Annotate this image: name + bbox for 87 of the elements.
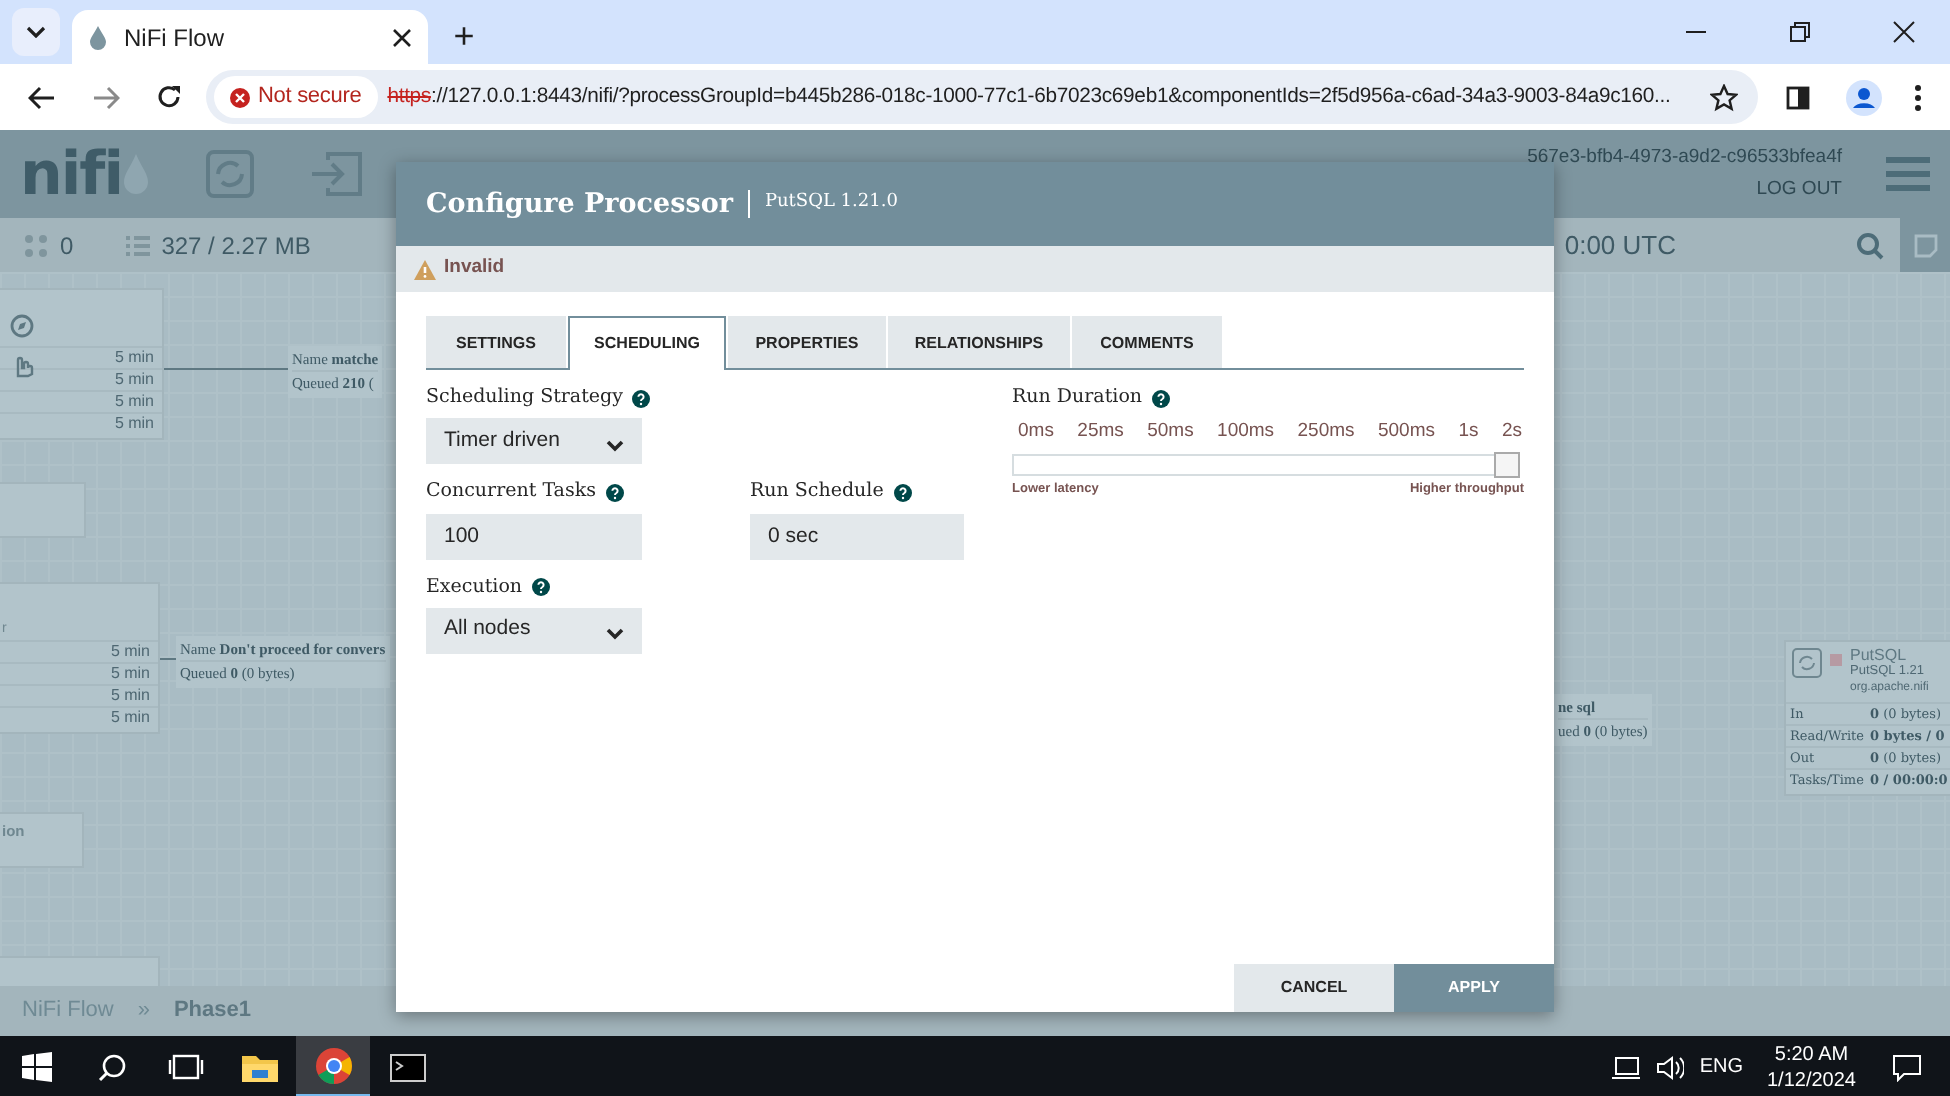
- notification-icon[interactable]: [1892, 1053, 1922, 1081]
- chevron-icon: [606, 439, 624, 452]
- help-icon[interactable]: [605, 483, 624, 502]
- terminal-icon[interactable]: [389, 1053, 425, 1081]
- help-icon[interactable]: [893, 483, 912, 502]
- input-port-icon[interactable]: [309, 152, 362, 196]
- stat-value: 5 min: [0, 706, 158, 728]
- stat-value: 5 min: [0, 390, 162, 412]
- dialog-tab[interactable]: COMMENTS: [1072, 316, 1222, 368]
- menu-icon[interactable]: [1914, 83, 1922, 111]
- tick-label: 0ms: [1018, 418, 1054, 447]
- help-icon[interactable]: [1152, 389, 1171, 408]
- windows-icon[interactable]: [22, 1052, 52, 1082]
- tick-label: 50ms: [1147, 418, 1194, 447]
- warning-icon: [230, 87, 250, 107]
- browser-tab[interactable]: NiFi Flow: [72, 10, 428, 64]
- warning-icon: [414, 259, 436, 279]
- stat-value: 5 min: [0, 662, 158, 684]
- tick-label: 1s: [1458, 418, 1479, 447]
- language-indicator[interactable]: ENG: [1699, 1052, 1743, 1082]
- tick-label: 500ms: [1377, 418, 1435, 447]
- help-icon[interactable]: [632, 389, 651, 408]
- forward-icon[interactable]: [92, 85, 120, 109]
- back-icon[interactable]: [28, 85, 56, 109]
- stat-value: 5 min: [0, 346, 162, 368]
- tick-label: 25ms: [1077, 418, 1124, 447]
- reload-icon[interactable]: [156, 84, 182, 110]
- search-icon[interactable]: [97, 1053, 125, 1081]
- stat-value: 5 min: [0, 640, 158, 662]
- stat-value: 5 min: [0, 368, 162, 390]
- cluster-icon: [24, 233, 48, 257]
- dropdown[interactable]: Timer driven: [426, 418, 642, 465]
- server-time: 0:00 UTC: [1564, 227, 1676, 264]
- network-icon[interactable]: [1611, 1055, 1640, 1079]
- chevron-icon: [606, 628, 624, 641]
- queued-stats: 327 / 2.27 MB: [161, 229, 311, 263]
- tick-label: 250ms: [1297, 418, 1355, 447]
- user-id: 567e3-bfb4-4973-a9d2-c96533bfea4f: [1527, 144, 1842, 172]
- profile-icon[interactable]: [1846, 79, 1882, 115]
- tick-label: 2s: [1501, 418, 1522, 447]
- input-field[interactable]: 0 sec: [750, 513, 964, 559]
- drop-icon: [88, 24, 108, 50]
- field-label: Scheduling Strategy: [426, 384, 623, 412]
- stopped-icon: [1830, 654, 1842, 666]
- dialog-subtitle: PutSQL 1.21.0: [748, 190, 898, 218]
- breadcrumb-separator: »: [137, 996, 150, 1027]
- close-icon[interactable]: [392, 27, 412, 47]
- breadcrumb-current: Phase1: [173, 996, 251, 1027]
- list-icon: [125, 235, 150, 255]
- processor-name: PutSQL: [1850, 648, 1909, 664]
- cancel-button[interactable]: CANCEL: [1234, 964, 1394, 1012]
- stat-value: 5 min: [0, 684, 158, 706]
- dialog-tab[interactable]: SETTINGS: [426, 316, 566, 368]
- slider-thumb[interactable]: [1494, 451, 1520, 477]
- field-label: Run Duration: [1012, 384, 1143, 412]
- volume-icon[interactable]: [1655, 1055, 1684, 1079]
- dialog-tab[interactable]: SCHEDULING: [568, 316, 726, 370]
- dialog-title: Configure Processor: [426, 185, 733, 224]
- security-chip[interactable]: Not secure: [214, 76, 378, 118]
- clock-time[interactable]: 5:20 AM: [1774, 1041, 1849, 1067]
- browser-icon[interactable]: [315, 1047, 351, 1083]
- validation-status: Invalid: [444, 254, 505, 283]
- new-tab-button[interactable]: +: [440, 10, 488, 64]
- side-panel-icon[interactable]: [1786, 85, 1810, 109]
- caret-icon: [26, 26, 46, 38]
- dropdown[interactable]: All nodes: [426, 607, 642, 654]
- close-icon[interactable]: [1892, 20, 1916, 44]
- active-threads-count: 0: [60, 229, 74, 263]
- restore-icon[interactable]: [1788, 20, 1812, 44]
- folder-icon[interactable]: [241, 1052, 277, 1082]
- dialog-tab[interactable]: PROPERTIES: [728, 316, 886, 368]
- tick-label: 100ms: [1217, 418, 1275, 447]
- clock-date[interactable]: 1/12/2024: [1767, 1067, 1856, 1093]
- field-label: Concurrent Tasks: [426, 478, 596, 507]
- processor-icon: [1792, 648, 1822, 678]
- compass-icon: [10, 314, 34, 338]
- url-text[interactable]: https://127.0.0.1:8443/nifi/?processGroupId=b445b286-018c-1000-77c1-6b7023c69eb1&componentIds=2f5d956a-c6ad-34a3-9003-84a9c160...: [387, 81, 1671, 113]
- stat-value: 5 min: [0, 412, 162, 434]
- task-view-icon[interactable]: [167, 1054, 203, 1080]
- field-label: Run Schedule: [750, 478, 884, 507]
- dialog-tab[interactable]: RELATIONSHIPS: [888, 316, 1070, 368]
- help-icon[interactable]: [532, 578, 551, 597]
- tab-list-button[interactable]: [12, 8, 60, 56]
- input-field[interactable]: 100: [426, 513, 642, 559]
- field-label: Execution: [426, 573, 523, 601]
- nifi-logo: nifi: [20, 137, 122, 213]
- star-icon[interactable]: [1710, 83, 1738, 111]
